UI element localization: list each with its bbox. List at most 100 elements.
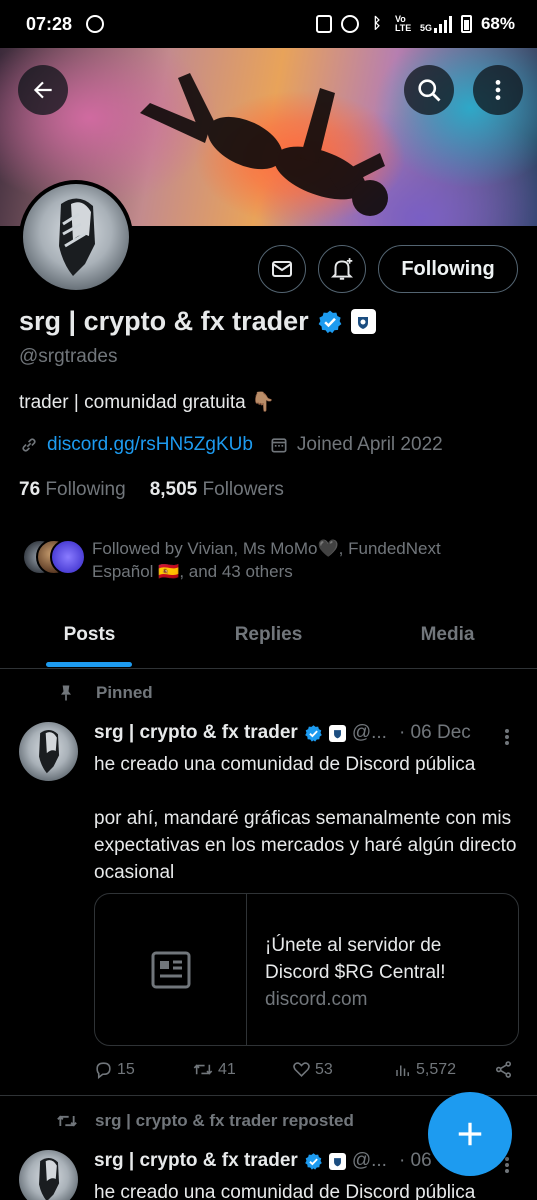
affiliation-badge-icon bbox=[328, 724, 346, 742]
profile-joined-date: Joined April 2022 bbox=[296, 434, 443, 455]
like-count: 53 bbox=[315, 1060, 333, 1078]
tweet-text-paragraph: por ahí, mandaré gráficas semanalmente c… bbox=[94, 808, 517, 883]
tweet-author-name[interactable]: srg | crypto & fx trader bbox=[94, 1150, 298, 1172]
verified-badge-icon bbox=[305, 1152, 322, 1170]
network-type-label: 5G bbox=[419, 23, 432, 33]
more-vertical-icon bbox=[495, 80, 501, 100]
profile-tabs: Posts Replies Media bbox=[0, 603, 537, 669]
verified-badge-icon[interactable] bbox=[317, 309, 343, 335]
signal-bars-icon bbox=[433, 15, 452, 33]
reply-icon bbox=[96, 1062, 111, 1079]
notifications-button[interactable] bbox=[318, 245, 366, 293]
heart-icon bbox=[293, 1062, 310, 1077]
followers-count-link[interactable]: 8,505 Followers bbox=[150, 479, 284, 501]
card-domain: discord.com bbox=[265, 989, 368, 1010]
bluetooth-icon: ᛒ bbox=[372, 15, 382, 32]
article-icon bbox=[151, 951, 190, 988]
pinned-label: Pinned bbox=[96, 683, 153, 702]
profile-display-name: srg | crypto & fx trader bbox=[19, 306, 309, 336]
link-preview-card[interactable]: ¡Únete al servidor de Discord $RG Centra… bbox=[94, 893, 519, 1046]
following-label: Following bbox=[45, 479, 126, 500]
repost-indicator: srg | crypto & fx trader reposted bbox=[55, 1111, 354, 1131]
back-button[interactable] bbox=[18, 65, 68, 115]
status-time: 07:28 bbox=[26, 13, 73, 34]
profile-name-row: srg | crypto & fx trader bbox=[19, 306, 376, 337]
alarm-icon bbox=[340, 15, 359, 33]
status-bar: 07:28 ᛒ Vo LTE 5G 68% bbox=[0, 0, 537, 48]
reply-button[interactable]: 15 bbox=[94, 1060, 192, 1079]
tab-label: Posts bbox=[63, 624, 116, 645]
followed-by-avatars bbox=[22, 537, 88, 577]
tweet-header: srg | crypto & fx trader @... · 06 Dec bbox=[94, 722, 471, 744]
battery-percent: 68% bbox=[480, 14, 515, 33]
pin-icon bbox=[61, 685, 71, 701]
followers-label: Followers bbox=[202, 479, 284, 500]
profile-avatar[interactable] bbox=[19, 180, 133, 294]
search-button[interactable] bbox=[404, 65, 454, 115]
tweet-more-icon[interactable] bbox=[497, 727, 517, 747]
repost-icon bbox=[57, 1115, 77, 1127]
share-icon bbox=[495, 1061, 512, 1078]
volte-indicator: Vo LTE bbox=[394, 14, 412, 33]
tweet-actions: 15 41 53 5,572 bbox=[94, 1060, 519, 1079]
tweet-avatar[interactable] bbox=[19, 1150, 78, 1200]
link-icon bbox=[22, 438, 36, 452]
vpn-icon bbox=[86, 15, 105, 33]
following-button[interactable]: Following bbox=[378, 245, 518, 293]
profile-handle: @srgtrades bbox=[19, 346, 118, 367]
followed-by-row[interactable]: Followed by Vivian, Ms MoMo🖤, FundedNext… bbox=[22, 537, 492, 583]
follower-avatar bbox=[50, 539, 86, 575]
tweet-text: he creado una comunidad de Discord públi… bbox=[94, 1179, 524, 1200]
calendar-icon bbox=[271, 438, 287, 453]
profile-link[interactable]: discord.gg/rsHN5ZgKUb bbox=[47, 434, 253, 456]
followers-count: 8,505 bbox=[149, 479, 198, 500]
tweet-avatar[interactable] bbox=[19, 722, 78, 781]
tweet-header: srg | crypto & fx trader @... · 06 bbox=[94, 1150, 432, 1172]
following-count: 76 bbox=[19, 479, 41, 500]
tweet-author-name[interactable]: srg | crypto & fx trader bbox=[94, 722, 298, 744]
more-options-button[interactable] bbox=[473, 65, 523, 115]
share-button[interactable] bbox=[494, 1060, 513, 1079]
tweet-date: · 06 Dec bbox=[398, 722, 471, 743]
like-button[interactable]: 53 bbox=[292, 1060, 394, 1079]
active-tab-indicator bbox=[46, 662, 132, 667]
reply-count: 15 bbox=[117, 1060, 135, 1078]
search-icon bbox=[418, 79, 441, 102]
tweet-text-line: he creado una comunidad de Discord públi… bbox=[94, 754, 476, 775]
plus-icon bbox=[458, 1122, 482, 1146]
repost-icon bbox=[193, 1064, 213, 1075]
profile-meta-row: discord.gg/rsHN5ZgKUb Joined April 2022 bbox=[19, 434, 443, 456]
profile-counts: 76 Following 8,505 Followers bbox=[19, 479, 284, 501]
tweet-text: he creado una comunidad de Discord públi… bbox=[94, 751, 524, 886]
compose-button[interactable] bbox=[428, 1092, 512, 1176]
back-arrow-icon bbox=[33, 81, 52, 99]
mail-icon bbox=[272, 261, 292, 277]
view-count: 5,572 bbox=[416, 1060, 457, 1078]
views-icon bbox=[396, 1065, 409, 1076]
repost-count: 41 bbox=[218, 1060, 236, 1078]
message-button[interactable] bbox=[258, 245, 306, 293]
profile-bio: trader | comunidad gratuita 👇🏽 bbox=[19, 392, 275, 413]
repost-label: srg | crypto & fx trader reposted bbox=[95, 1111, 354, 1130]
card-title: ¡Únete al servidor de Discord $RG Centra… bbox=[265, 935, 446, 983]
pinned-indicator: Pinned bbox=[56, 683, 153, 703]
nfc-icon bbox=[315, 15, 332, 33]
repost-button[interactable]: 41 bbox=[192, 1060, 292, 1079]
affiliation-badge-icon bbox=[328, 1152, 346, 1170]
tab-label: Media bbox=[420, 624, 475, 645]
card-body: ¡Únete al servidor de Discord $RG Centra… bbox=[247, 894, 485, 1045]
avatar-image bbox=[23, 184, 129, 290]
tab-label: Replies bbox=[234, 624, 303, 645]
affiliation-badge-icon[interactable] bbox=[350, 309, 376, 334]
network-icon: 5G bbox=[420, 15, 452, 33]
views-button[interactable]: 5,572 bbox=[394, 1060, 494, 1079]
following-count-link[interactable]: 76 Following bbox=[19, 479, 126, 501]
followed-by-text: Followed by Vivian, Ms MoMo🖤, FundedNext… bbox=[92, 539, 441, 581]
tab-replies[interactable]: Replies bbox=[179, 603, 358, 668]
tweet-text-line: he creado una comunidad de Discord públi… bbox=[94, 1182, 476, 1200]
card-thumbnail bbox=[95, 894, 247, 1045]
bell-plus-icon bbox=[330, 258, 354, 280]
tab-posts[interactable]: Posts bbox=[0, 603, 179, 668]
tab-media[interactable]: Media bbox=[358, 603, 537, 668]
tweet-author-handle: @... bbox=[351, 1150, 387, 1171]
